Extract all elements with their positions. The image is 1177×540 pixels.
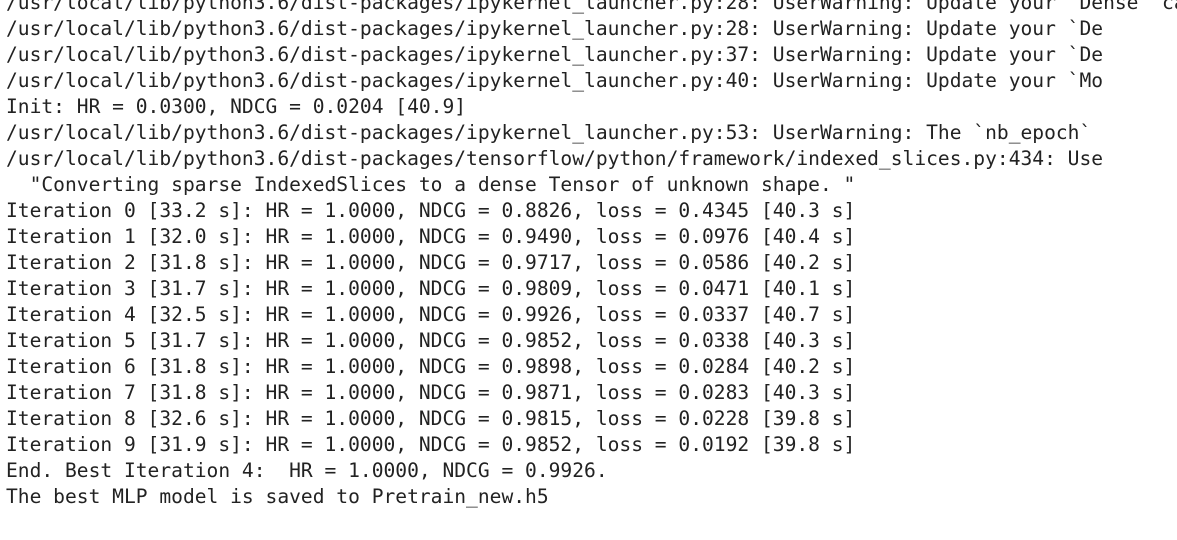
output-line-warning-detail: Iteration 0 [33.2 s]: HR = 1.0000, NDCG … [6, 199, 856, 222]
output-line-iteration: Iteration 6 [31.8 s]: HR = 1.0000, NDCG … [6, 355, 856, 378]
output-line-warning: /usr/local/lib/python3.6/dist-packages/i… [6, 69, 1104, 92]
output-line-iteration: Iteration 2 [31.8 s]: HR = 1.0000, NDCG … [6, 251, 856, 274]
output-line-iteration: Iteration 7 [31.8 s]: HR = 1.0000, NDCG … [6, 381, 856, 404]
output-line-iteration: Iteration 1 [32.0 s]: HR = 1.0000, NDCG … [6, 225, 856, 248]
output-line-warning: /usr/local/lib/python3.6/dist-packages/i… [6, 17, 1104, 40]
output-line-warning: /usr/local/lib/python3.6/dist-packages/t… [6, 147, 1104, 170]
output-line-warning: Init: HR = 0.0300, NDCG = 0.0204 [40.9] [6, 95, 467, 118]
output-line-init: /usr/local/lib/python3.6/dist-packages/i… [6, 121, 1092, 144]
output-line-partial-top: /usr/local/lib/python3.6/dist-packages/i… [6, 0, 1177, 14]
output-line-iteration: Iteration 8 [32.6 s]: HR = 1.0000, NDCG … [6, 407, 856, 430]
output-line-best-result: The best MLP model is saved to Pretrain_… [6, 485, 549, 508]
output-line-iteration: Iteration 4 [32.5 s]: HR = 1.0000, NDCG … [6, 303, 856, 326]
output-line-warning: /usr/local/lib/python3.6/dist-packages/i… [6, 43, 1104, 66]
output-line-iteration: End. Best Iteration 4: HR = 1.0000, NDCG… [6, 459, 608, 482]
output-line-iteration: Iteration 9 [31.9 s]: HR = 1.0000, NDCG … [6, 433, 856, 456]
notebook-output-area: /usr/local/lib/python3.6/dist-packages/i… [0, 0, 1177, 540]
output-line-warning: "Converting sparse IndexedSlices to a de… [6, 173, 856, 196]
output-line-iteration: Iteration 5 [31.7 s]: HR = 1.0000, NDCG … [6, 329, 856, 352]
output-line-iteration: Iteration 3 [31.7 s]: HR = 1.0000, NDCG … [6, 277, 856, 300]
output-line-model-saved [0, 510, 1177, 536]
